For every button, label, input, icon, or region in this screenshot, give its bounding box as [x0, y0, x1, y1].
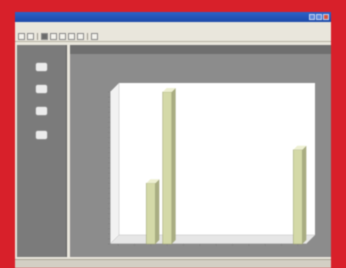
monitor-icon [36, 85, 47, 93]
chart-window-titlebar[interactable] [70, 45, 331, 54]
chart-window [70, 45, 331, 257]
toolbar-button[interactable] [50, 33, 57, 40]
close-button[interactable] [323, 14, 329, 20]
sidebar [17, 45, 67, 257]
bar [293, 149, 303, 245]
toolbar-button[interactable] [41, 33, 48, 40]
bar [146, 182, 156, 245]
toolbar-button[interactable] [27, 33, 34, 40]
toolbar-button[interactable] [59, 33, 66, 40]
bar-chart [108, 82, 316, 246]
bar-side [302, 145, 307, 244]
toolbar-separator [37, 33, 38, 40]
box-icon [36, 63, 47, 71]
maximize-button[interactable] [316, 14, 322, 20]
plot-side-wall [109, 82, 120, 245]
toolbar [15, 31, 331, 42]
toolbar-separator [87, 33, 88, 40]
desktop-screen [15, 12, 331, 268]
title-bar[interactable] [15, 12, 331, 22]
status-bar [15, 259, 331, 268]
toolbar-button[interactable] [68, 33, 75, 40]
minimize-button[interactable] [309, 14, 315, 20]
bar-side [155, 179, 160, 244]
sidebar-item-4[interactable] [17, 129, 66, 155]
toolbar-button[interactable] [91, 33, 98, 40]
bar [162, 91, 172, 245]
window-controls [309, 14, 329, 20]
display-icon [36, 107, 47, 115]
plot-background [110, 83, 315, 244]
toolbar-button[interactable] [18, 33, 25, 40]
bar-side [171, 88, 176, 244]
sidebar-item-3[interactable] [17, 105, 66, 131]
menu-bar [15, 22, 331, 31]
gear-icon [36, 131, 47, 139]
plot-floor [109, 234, 316, 245]
toolbar-button[interactable] [77, 33, 84, 40]
